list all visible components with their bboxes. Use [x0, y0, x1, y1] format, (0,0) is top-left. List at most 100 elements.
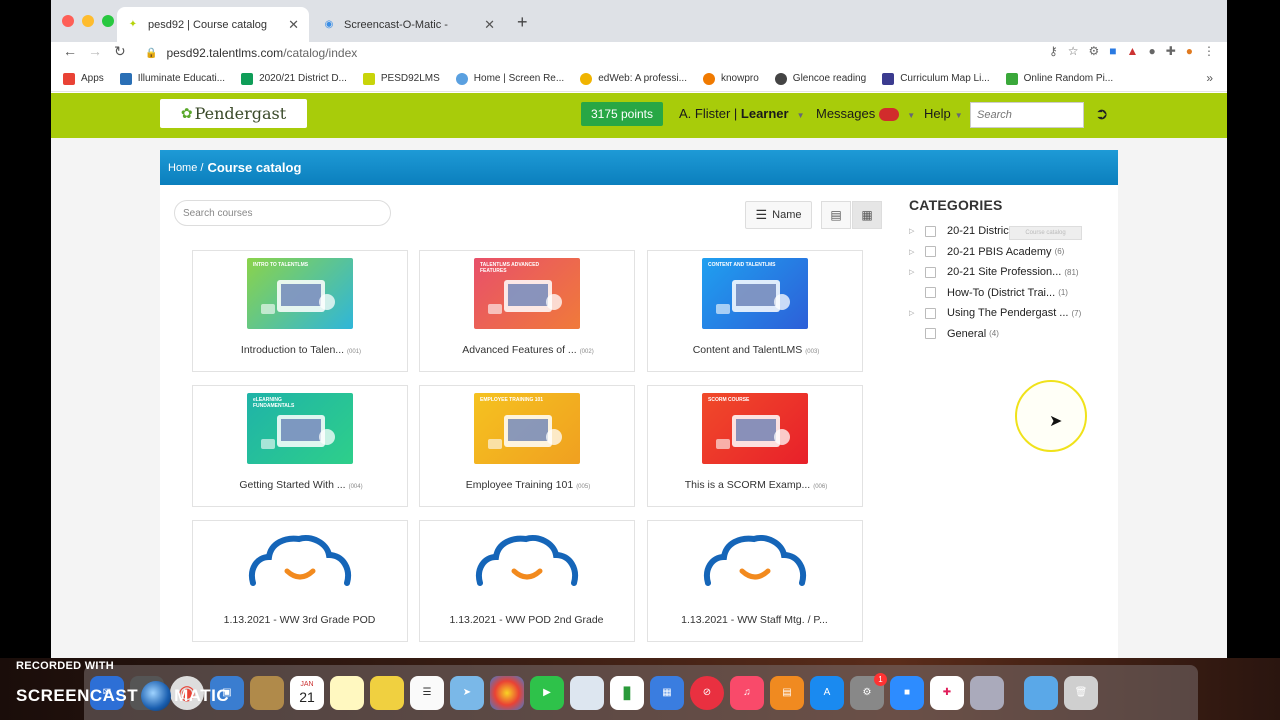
bookmark-screen-recorder[interactable]: Home | Screen Re... — [455, 72, 564, 85]
category-checkbox[interactable] — [925, 246, 936, 257]
bookmark-curriculum[interactable]: Curriculum Map Li... — [882, 72, 990, 85]
music-icon[interactable]: ♫ — [730, 675, 764, 710]
reload-icon[interactable]: ↻ — [114, 43, 126, 60]
bookmark-pesd92lms[interactable]: PESD92LMS — [362, 72, 440, 85]
books-icon[interactable]: ▤ — [770, 675, 804, 710]
bookmark-knowpro[interactable]: knowpro — [702, 72, 759, 85]
course-title[interactable]: Employee Training 101 (005) — [420, 479, 636, 491]
maps-icon[interactable]: ➤ — [450, 675, 484, 710]
megaphone-icon[interactable]: ▲ — [1127, 44, 1139, 58]
star-icon[interactable]: ☆ — [1068, 44, 1079, 58]
breadcrumb-home[interactable]: Home / — [168, 162, 203, 174]
news-icon[interactable]: ⊘ — [690, 675, 724, 710]
logout-icon[interactable]: ➲ — [1095, 104, 1108, 124]
tab-course-catalog[interactable]: ✦ pesd92 | Course catalog ✕ — [117, 7, 309, 42]
back-icon[interactable]: ← — [63, 43, 77, 59]
category-item[interactable]: ▷ 20-21 Site Profession... (81) — [909, 264, 1079, 280]
bookmark-district[interactable]: 2020/21 District D... — [241, 72, 347, 85]
course-card[interactable]: INTRO TO TALENTLMS Introduction to Talen.… — [192, 250, 408, 372]
grid-view-button[interactable]: ▦ — [852, 201, 882, 229]
category-item[interactable]: ▷ Using The Pendergast ... (7) — [909, 305, 1081, 321]
category-checkbox[interactable] — [925, 266, 936, 278]
category-item[interactable]: General (4) — [909, 326, 999, 342]
course-card[interactable]: TALENTLMS ADVANCED FEATURES Advanced Feat… — [419, 250, 635, 372]
expand-icon[interactable]: ▷ — [909, 268, 925, 276]
close-tab-icon[interactable]: ✕ — [288, 17, 299, 33]
category-checkbox[interactable] — [925, 287, 936, 298]
points-badge[interactable]: 3175 points — [581, 102, 663, 126]
minimize-window-button[interactable] — [82, 15, 94, 27]
address-bar[interactable]: 🔒 pesd92.talentlms.com/catalog/index — [145, 42, 1045, 64]
course-title[interactable]: 1.13.2021 - WW Staff Mtg. / P... — [648, 614, 864, 626]
notes-yellow-icon[interactable] — [370, 675, 404, 710]
bookmark-edweb[interactable]: edWeb: A professi... — [580, 72, 687, 85]
course-card[interactable]: 1.13.2021 - WW Staff Mtg. / P... — [647, 520, 863, 642]
help-menu[interactable]: Help ▼ — [924, 106, 963, 121]
expand-icon[interactable]: ▷ — [909, 309, 925, 317]
course-title[interactable]: 1.13.2021 - WW POD 2nd Grade — [420, 614, 636, 626]
course-card[interactable]: EMPLOYEE TRAINING 101 Employee Training 1… — [419, 385, 635, 507]
photos-icon[interactable] — [490, 675, 524, 710]
numbers-icon[interactable]: ▮ — [610, 675, 644, 710]
app-store-icon[interactable]: A — [810, 675, 844, 710]
expand-icon[interactable]: ▷ — [909, 248, 925, 256]
close-window-button[interactable] — [62, 15, 74, 27]
system-preferences-icon[interactable]: ⚙ 1 — [850, 672, 887, 710]
screencast-extension-icon[interactable]: ■ — [1109, 44, 1116, 58]
bookmark-random-picker[interactable]: Online Random Pi... — [1005, 72, 1113, 85]
image-capture-icon[interactable] — [970, 675, 1004, 710]
category-checkbox[interactable] — [925, 307, 936, 319]
expand-icon[interactable]: ▷ — [909, 227, 925, 235]
new-tab-icon[interactable]: + — [517, 12, 528, 33]
zoom-window-button[interactable] — [102, 15, 114, 27]
course-card[interactable]: 1.13.2021 - WW POD 2nd Grade — [419, 520, 635, 642]
keynote-preview-icon[interactable] — [570, 675, 604, 710]
browser-window: ✦ pesd92 | Course catalog ✕ ◉ Screencast… — [51, 0, 1227, 658]
category-item[interactable]: ▷ 20-21 PBIS Academy (6) — [909, 244, 1064, 260]
course-thumbnail: EMPLOYEE TRAINING 101 — [474, 393, 580, 464]
key-icon[interactable]: ⚷ — [1049, 44, 1058, 58]
more-bookmarks-icon[interactable]: » — [1206, 71, 1213, 85]
course-title[interactable]: Content and TalentLMS (003) — [648, 344, 864, 356]
sort-button[interactable]: ☰ Name — [745, 201, 812, 229]
menu-icon[interactable]: ⋮ — [1203, 44, 1215, 58]
facetime-icon[interactable]: ▶ — [530, 675, 564, 710]
messages-menu[interactable]: Messages ▼ — [816, 106, 915, 122]
avatar-icon[interactable]: ● — [1186, 44, 1193, 58]
puzzle-icon[interactable]: ✚ — [1166, 44, 1176, 58]
bookmark-glencoe[interactable]: Glencoe reading — [774, 72, 866, 85]
dropper-icon[interactable]: ● — [1148, 44, 1155, 58]
course-title[interactable]: This is a SCORM Examp... (006) — [648, 479, 864, 491]
zoom-icon[interactable]: ■ — [890, 675, 924, 710]
bookmark-illuminate[interactable]: Illuminate Educati... — [119, 72, 225, 85]
user-menu[interactable]: A. Flister | Learner ▼ — [679, 106, 805, 121]
calendar-icon[interactable]: JAN 21 — [290, 675, 324, 710]
extension-icon[interactable]: ⚙ — [1089, 44, 1100, 58]
bookmark-apps[interactable]: Apps — [63, 72, 104, 85]
course-title[interactable]: Advanced Features of ... (002) — [420, 344, 636, 356]
close-tab-icon[interactable]: ✕ — [484, 17, 495, 33]
reminders-icon[interactable]: ☰ — [410, 675, 444, 710]
forward-icon[interactable]: → — [88, 43, 102, 59]
tab-screencast[interactable]: ◉ Screencast-O-Matic - ✕ — [313, 7, 505, 42]
course-card[interactable]: 1.13.2021 - WW 3rd Grade POD — [192, 520, 408, 642]
category-checkbox[interactable] — [925, 225, 936, 237]
notes-icon[interactable] — [250, 675, 284, 710]
search-courses-input[interactable]: Search courses — [174, 200, 391, 226]
category-item[interactable]: How-To (District Trai... (1) — [909, 285, 1068, 301]
course-card[interactable]: eLEARNING FUNDAMENTALS Getting Started Wi… — [192, 385, 408, 507]
course-title[interactable]: 1.13.2021 - WW 3rd Grade POD — [193, 614, 409, 626]
course-card[interactable]: SCORM COURSE This is a SCORM Examp... (006… — [647, 385, 863, 507]
trash-icon[interactable]: 🗑 — [1064, 675, 1098, 710]
category-checkbox[interactable] — [925, 328, 936, 339]
folder-icon[interactable] — [1024, 675, 1058, 710]
course-title[interactable]: Introduction to Talen... (001) — [193, 344, 409, 356]
site-logo[interactable]: ✿ Pendergast — [160, 99, 307, 128]
course-title[interactable]: Getting Started With ... (004) — [193, 479, 409, 491]
keynote-icon[interactable]: ▦ — [650, 675, 684, 710]
list-view-button[interactable]: ▤ — [821, 201, 851, 229]
slack-icon[interactable]: ✚ — [930, 675, 964, 710]
stickies-icon[interactable] — [330, 675, 364, 710]
course-card[interactable]: CONTENT AND TALENTLMS Content and TalentL… — [647, 250, 863, 372]
header-search-input[interactable] — [970, 102, 1084, 128]
